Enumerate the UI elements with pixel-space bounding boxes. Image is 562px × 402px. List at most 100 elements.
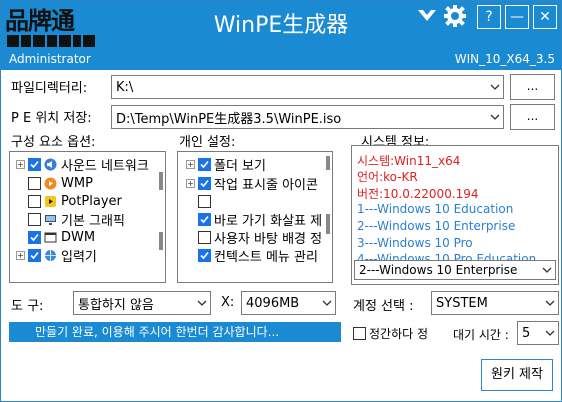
scrollbar-thumb[interactable] bbox=[159, 172, 163, 190]
components-heading: 구성 요소 옵션: bbox=[11, 135, 96, 150]
list-item[interactable]: 사용자 바탕 배경 정 bbox=[198, 229, 323, 247]
list-item-label: 사용자 바탕 배경 정 bbox=[214, 232, 323, 247]
app-window: 品牌通 WinPE生成器 Administrator WIN_10_X64_3.… bbox=[0, 0, 562, 402]
gear-icon[interactable] bbox=[443, 4, 467, 28]
list-item-label: WMP bbox=[61, 176, 93, 191]
potplayer-icon bbox=[45, 196, 56, 207]
expand-icon[interactable]: + bbox=[186, 179, 195, 188]
account-select[interactable]: SYSTEM bbox=[431, 291, 559, 315]
checkbox[interactable] bbox=[198, 158, 211, 171]
checkbox[interactable] bbox=[198, 231, 211, 244]
chevron-down-icon bbox=[322, 300, 332, 306]
wait-time-value: 5 bbox=[522, 325, 531, 341]
list-item[interactable] bbox=[198, 193, 214, 210]
list-item-label: DWM bbox=[61, 230, 96, 245]
close-button[interactable]: ✕ bbox=[533, 5, 557, 29]
list-item[interactable]: + 입력기 bbox=[16, 247, 97, 265]
help-button[interactable]: ? bbox=[477, 5, 501, 29]
personal-heading: 개인 설정: bbox=[179, 135, 236, 150]
media-player-icon bbox=[44, 177, 57, 190]
wait-label: 대기 시간 : bbox=[453, 328, 509, 342]
list-item[interactable]: PotPlayer bbox=[28, 193, 122, 210]
speaker-icon bbox=[44, 158, 57, 171]
version-value: 버전:10.0.22000.194 bbox=[357, 187, 479, 201]
list-item[interactable]: 기본 그래픽 bbox=[28, 211, 125, 229]
folder-value: K:\ bbox=[116, 79, 134, 95]
scrollbar-thumb[interactable] bbox=[159, 232, 163, 250]
window-icon bbox=[44, 232, 57, 243]
list-item-label: 폴더 보기 bbox=[214, 159, 266, 174]
chevron-down-icon bbox=[545, 300, 555, 306]
expand-icon[interactable]: + bbox=[186, 160, 195, 169]
globe-icon bbox=[45, 250, 56, 261]
wait-time-select[interactable]: 5 bbox=[517, 321, 559, 345]
pe-location-label: P E 위치 저장: bbox=[11, 111, 92, 126]
chevron-down-icon bbox=[490, 84, 500, 90]
list-item[interactable]: DWM bbox=[28, 229, 95, 246]
chevron-down-icon[interactable] bbox=[415, 4, 439, 28]
checkbox[interactable] bbox=[28, 231, 41, 244]
edition-item[interactable]: 3---Windows 10 Pro bbox=[357, 236, 473, 250]
list-item[interactable]: + 사운드 네트워크 bbox=[16, 156, 149, 174]
checkbox[interactable] bbox=[28, 195, 41, 208]
list-item[interactable]: + 폴더 보기 bbox=[186, 156, 266, 174]
checkbox[interactable] bbox=[28, 249, 41, 262]
chevron-down-icon bbox=[490, 114, 500, 120]
checkbox[interactable] bbox=[28, 158, 41, 171]
account-value: SYSTEM bbox=[436, 295, 488, 311]
tool-select[interactable]: 통합하지 않음 bbox=[73, 291, 211, 315]
system-info-panel: 시스템:Win11_x64 언어:ko-KR 버전:10.0.22000.194… bbox=[351, 145, 559, 285]
edition-select-value: 2---Windows 10 Enterprise bbox=[359, 263, 518, 277]
tool-label: 도 구: bbox=[11, 299, 44, 314]
list-item[interactable]: + 작업 표시줄 아이콘 bbox=[186, 175, 318, 193]
expand-icon[interactable]: + bbox=[16, 160, 25, 169]
list-item-label: 컨텍스트 메뉴 관리 bbox=[214, 250, 318, 265]
list-item-label: 사운드 네트워크 bbox=[61, 159, 149, 174]
list-item-label: 입력기 bbox=[61, 250, 97, 265]
checkbox[interactable] bbox=[28, 213, 41, 226]
pe-location-browse-button[interactable]: ... bbox=[510, 104, 555, 130]
checkbox[interactable] bbox=[198, 195, 211, 208]
edition-item[interactable]: 4---Windows 10 Pro Education bbox=[357, 252, 536, 260]
checkbox[interactable] bbox=[198, 249, 211, 262]
system-value: 시스템:Win11_x64 bbox=[357, 154, 461, 168]
account-label: 계정 선택 : bbox=[353, 299, 414, 314]
chevron-down-icon bbox=[542, 267, 552, 273]
pe-location-select[interactable]: D:\Temp\WinPE生成器3.5\WinPE.iso bbox=[111, 105, 504, 129]
list-item-label: PotPlayer bbox=[61, 194, 122, 209]
x-label: X: bbox=[221, 295, 235, 310]
shutdown-checkbox[interactable] bbox=[353, 327, 366, 340]
language-value: 언어:ko-KR bbox=[357, 170, 418, 184]
chevron-down-icon bbox=[197, 300, 207, 306]
components-list[interactable]: + 사운드 네트워크 WMP PotPlayer 기본 그래픽 DWM + 입력… bbox=[9, 151, 166, 283]
checkbox[interactable] bbox=[198, 177, 211, 190]
minimize-button[interactable]: — bbox=[505, 5, 529, 29]
expand-icon[interactable]: + bbox=[16, 251, 25, 260]
shutdown-label: 정간하다 정 bbox=[369, 327, 429, 341]
x-size-select[interactable]: 4096MB bbox=[241, 291, 336, 315]
list-item[interactable]: 바로 가기 화살표 제 bbox=[198, 211, 322, 229]
folder-label: 파일디렉터리: bbox=[11, 81, 88, 96]
title-bar: 品牌通 WinPE生成器 Administrator WIN_10_X64_3.… bbox=[1, 1, 561, 70]
monitor-icon bbox=[45, 215, 56, 225]
personal-settings-list[interactable]: + 폴더 보기 + 작업 표시줄 아이콘 바로 가기 화살표 제 사용자 바탕 … bbox=[177, 151, 333, 283]
shutdown-option[interactable]: 정간하다 정 bbox=[353, 325, 428, 342]
version-label: WIN_10_X64_3.5 bbox=[454, 52, 555, 66]
one-key-make-button[interactable]: 원키 제작 bbox=[481, 359, 553, 391]
scrollbar-thumb[interactable] bbox=[326, 156, 330, 170]
folder-select[interactable]: K:\ bbox=[111, 75, 504, 99]
list-item[interactable]: WMP bbox=[28, 175, 93, 192]
scrollbar-thumb[interactable] bbox=[326, 214, 330, 234]
folder-browse-button[interactable]: ... bbox=[510, 74, 555, 100]
checkbox[interactable] bbox=[198, 213, 211, 226]
edition-item[interactable]: 1---Windows 10 Education bbox=[357, 202, 513, 216]
edition-item[interactable]: 2---Windows 10 Enterprise bbox=[357, 219, 515, 233]
edition-select[interactable]: 2---Windows 10 Enterprise bbox=[354, 260, 556, 280]
list-item-label: 기본 그래픽 bbox=[61, 214, 125, 229]
checkbox[interactable] bbox=[28, 177, 41, 190]
x-size-value: 4096MB bbox=[246, 295, 300, 311]
tool-value: 통합하지 않음 bbox=[78, 297, 154, 313]
list-item[interactable]: 컨텍스트 메뉴 관리 bbox=[198, 247, 318, 265]
chevron-down-icon bbox=[545, 330, 555, 336]
pe-location-value: D:\Temp\WinPE生成器3.5\WinPE.iso bbox=[116, 111, 342, 127]
